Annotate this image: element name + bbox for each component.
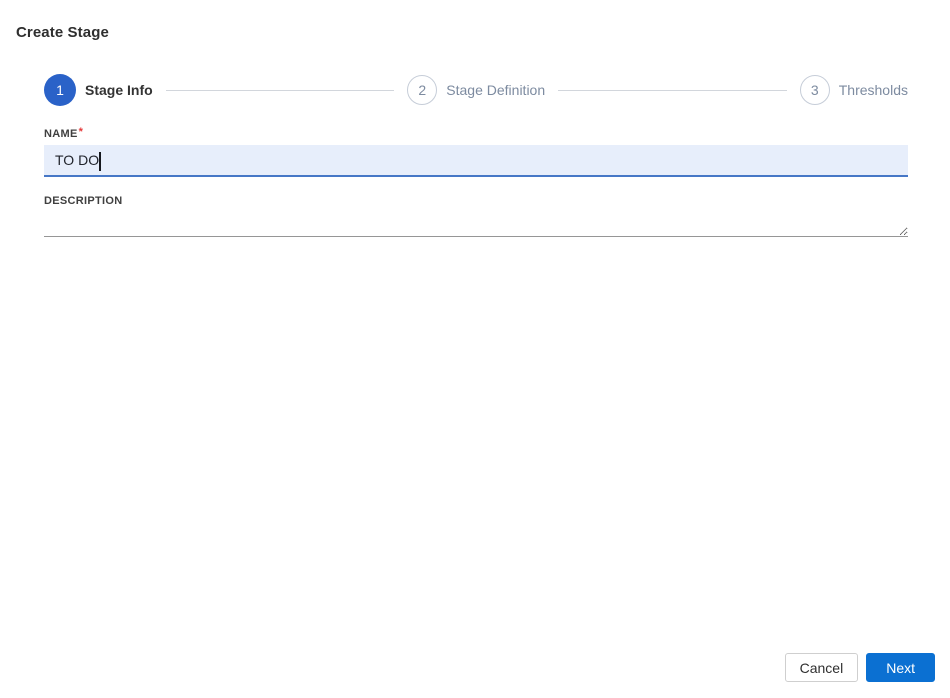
create-stage-dialog: Create Stage 1 Stage Info 2 Stage Defini… xyxy=(0,0,950,698)
name-input[interactable] xyxy=(44,145,908,177)
required-asterisk: * xyxy=(78,126,84,138)
description-textarea[interactable] xyxy=(44,209,908,237)
step-connector xyxy=(558,89,787,91)
step-stage-info[interactable]: 1 Stage Info xyxy=(44,74,153,106)
name-input-wrap xyxy=(44,145,908,177)
wizard-stepper: 1 Stage Info 2 Stage Definition 3 Thresh… xyxy=(44,74,908,106)
page-title: Create Stage xyxy=(16,24,109,41)
step-3-label: Thresholds xyxy=(838,82,908,98)
step-connector xyxy=(165,89,395,91)
cancel-button[interactable]: Cancel xyxy=(784,653,859,682)
step-1-circle: 1 xyxy=(44,74,76,106)
step-2-circle: 2 xyxy=(407,75,438,105)
step-3-circle: 3 xyxy=(799,75,830,105)
footer-actions: Cancel Next xyxy=(784,653,935,682)
text-cursor xyxy=(99,152,101,171)
step-stage-definition[interactable]: 2 Stage Definition xyxy=(407,75,545,105)
name-field-label: NAME* xyxy=(44,126,84,141)
step-1-label: Stage Info xyxy=(85,82,153,98)
step-2-label: Stage Definition xyxy=(446,82,546,98)
step-thresholds[interactable]: 3 Thresholds xyxy=(799,75,908,105)
next-button[interactable]: Next xyxy=(866,653,935,682)
name-label-text: NAME xyxy=(44,128,78,140)
description-field-label: DESCRIPTION xyxy=(44,195,123,207)
